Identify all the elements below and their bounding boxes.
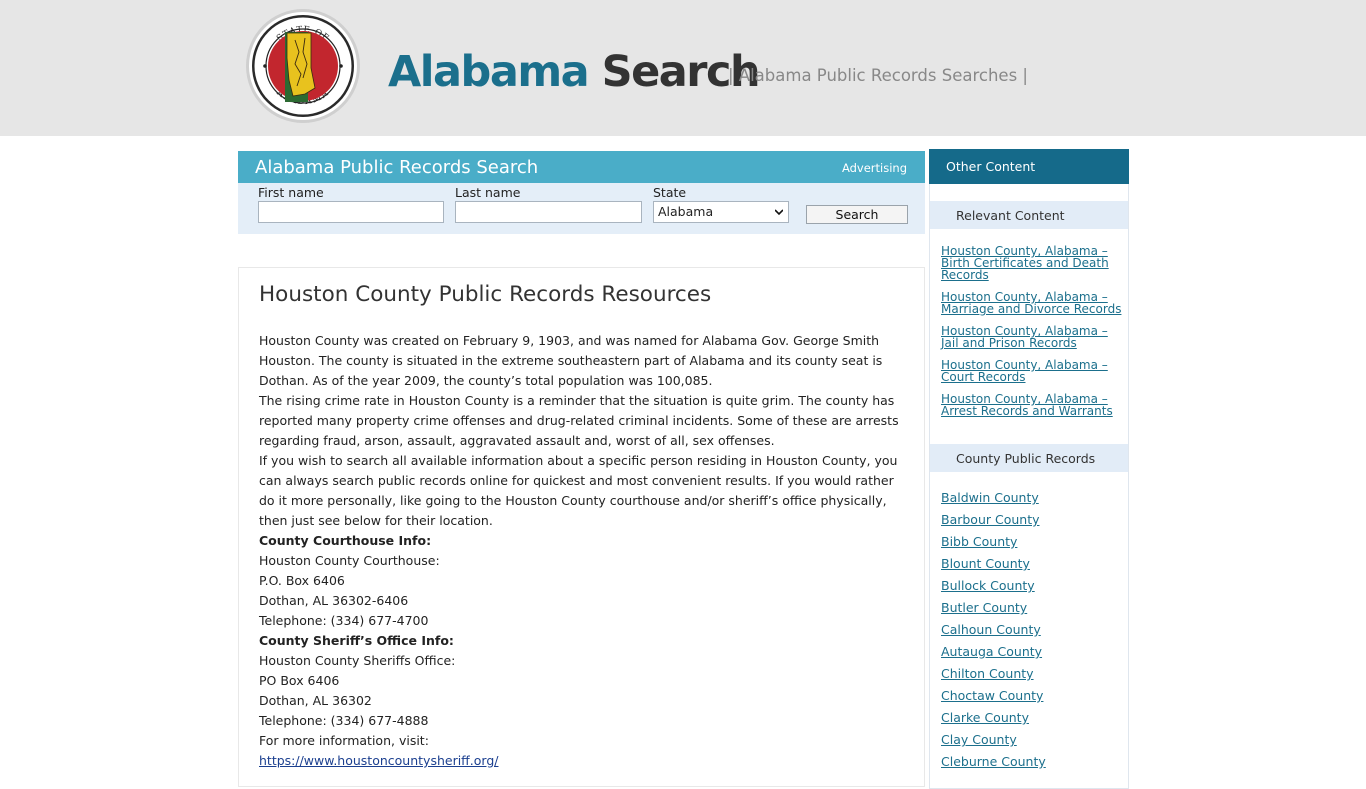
- brand-word-1: Alabama: [388, 47, 590, 97]
- county-link[interactable]: Autauga County: [941, 641, 1125, 663]
- county-link[interactable]: Choctaw County: [941, 685, 1125, 707]
- relevant-link[interactable]: Houston County, Alabama – Marriage and D…: [941, 291, 1125, 315]
- more-info-text: For more information, visit:: [259, 733, 429, 748]
- sheriff-heading: County Sheriff’s Office Info:: [259, 633, 454, 648]
- relevant-links-list: Houston County, Alabama – Birth Certific…: [941, 245, 1125, 427]
- advertising-link[interactable]: Advertising: [842, 161, 907, 175]
- article-body: Houston County was created on February 9…: [259, 331, 909, 771]
- county-links-list: Baldwin County Barbour County Bibb Count…: [941, 487, 1125, 773]
- sidebar: Other Content Relevant Content Houston C…: [929, 149, 1129, 789]
- relevant-link[interactable]: Houston County, Alabama – Jail and Priso…: [941, 325, 1125, 349]
- courthouse-heading: County Courthouse Info:: [259, 533, 432, 548]
- relevant-link[interactable]: Houston County, Alabama – Court Records: [941, 359, 1125, 383]
- sheriff-website-link[interactable]: https://www.houstoncountysheriff.org/: [259, 753, 498, 768]
- alabama-seal-logo[interactable]: STATE OF ALABAMA: [245, 8, 361, 124]
- page-title: Houston County Public Records Resources: [259, 282, 712, 307]
- sidebar-heading: Other Content: [929, 149, 1129, 184]
- sheriff-line: Telephone: (334) 677-4888: [259, 713, 429, 728]
- courthouse-line: P.O. Box 6406: [259, 573, 345, 588]
- seal-icon: STATE OF ALABAMA: [246, 9, 360, 123]
- sheriff-line: Dothan, AL 36302: [259, 693, 372, 708]
- county-link[interactable]: Calhoun County: [941, 619, 1125, 641]
- people-search-panel: Alabama Public Records Search Advertisin…: [238, 151, 925, 234]
- county-link[interactable]: Barbour County: [941, 509, 1125, 531]
- first-name-label: First name: [258, 185, 324, 200]
- courthouse-line: Dothan, AL 36302-6406: [259, 593, 409, 608]
- state-select[interactable]: Alabama: [653, 201, 789, 223]
- first-name-input[interactable]: [258, 201, 444, 223]
- article-paragraph: Houston County was created on February 9…: [259, 333, 883, 388]
- state-label: State: [653, 185, 687, 200]
- article: Houston County Public Records Resources …: [238, 267, 925, 787]
- sheriff-line: Houston County Sheriffs Office:: [259, 653, 456, 668]
- county-link[interactable]: Blount County: [941, 553, 1125, 575]
- last-name-input[interactable]: [455, 201, 642, 223]
- county-link[interactable]: Butler County: [941, 597, 1125, 619]
- county-link[interactable]: Clay County: [941, 729, 1125, 751]
- relevant-link[interactable]: Houston County, Alabama – Arrest Records…: [941, 393, 1125, 417]
- site-tagline: | Alabama Public Records Searches |: [728, 66, 1028, 85]
- state-select-value: Alabama: [658, 204, 714, 219]
- county-link[interactable]: Bullock County: [941, 575, 1125, 597]
- county-link[interactable]: Baldwin County: [941, 487, 1125, 509]
- county-link[interactable]: Clarke County: [941, 707, 1125, 729]
- county-link[interactable]: Chilton County: [941, 663, 1125, 685]
- courthouse-line: Telephone: (334) 677-4700: [259, 613, 429, 628]
- last-name-label: Last name: [455, 185, 521, 200]
- article-paragraph: If you wish to search all available info…: [259, 453, 898, 528]
- county-link[interactable]: Bibb County: [941, 531, 1125, 553]
- county-link[interactable]: Cleburne County: [941, 751, 1125, 773]
- search-button[interactable]: Search: [806, 205, 908, 224]
- site-brand-logo[interactable]: Alabama Search: [388, 44, 761, 100]
- county-records-heading: County Public Records: [930, 444, 1128, 472]
- relevant-link[interactable]: Houston County, Alabama – Birth Certific…: [941, 245, 1125, 281]
- search-panel-title: Alabama Public Records Search: [255, 157, 539, 178]
- courthouse-line: Houston County Courthouse:: [259, 553, 440, 568]
- chevron-down-icon: [775, 209, 783, 216]
- site-header: STATE OF ALABAMA Alabama Search | Alabam…: [0, 0, 1366, 136]
- relevant-content-heading: Relevant Content: [930, 201, 1128, 229]
- search-panel-header: Alabama Public Records Search Advertisin…: [238, 151, 925, 183]
- sheriff-line: PO Box 6406: [259, 673, 340, 688]
- article-paragraph: The rising crime rate in Houston County …: [259, 393, 899, 448]
